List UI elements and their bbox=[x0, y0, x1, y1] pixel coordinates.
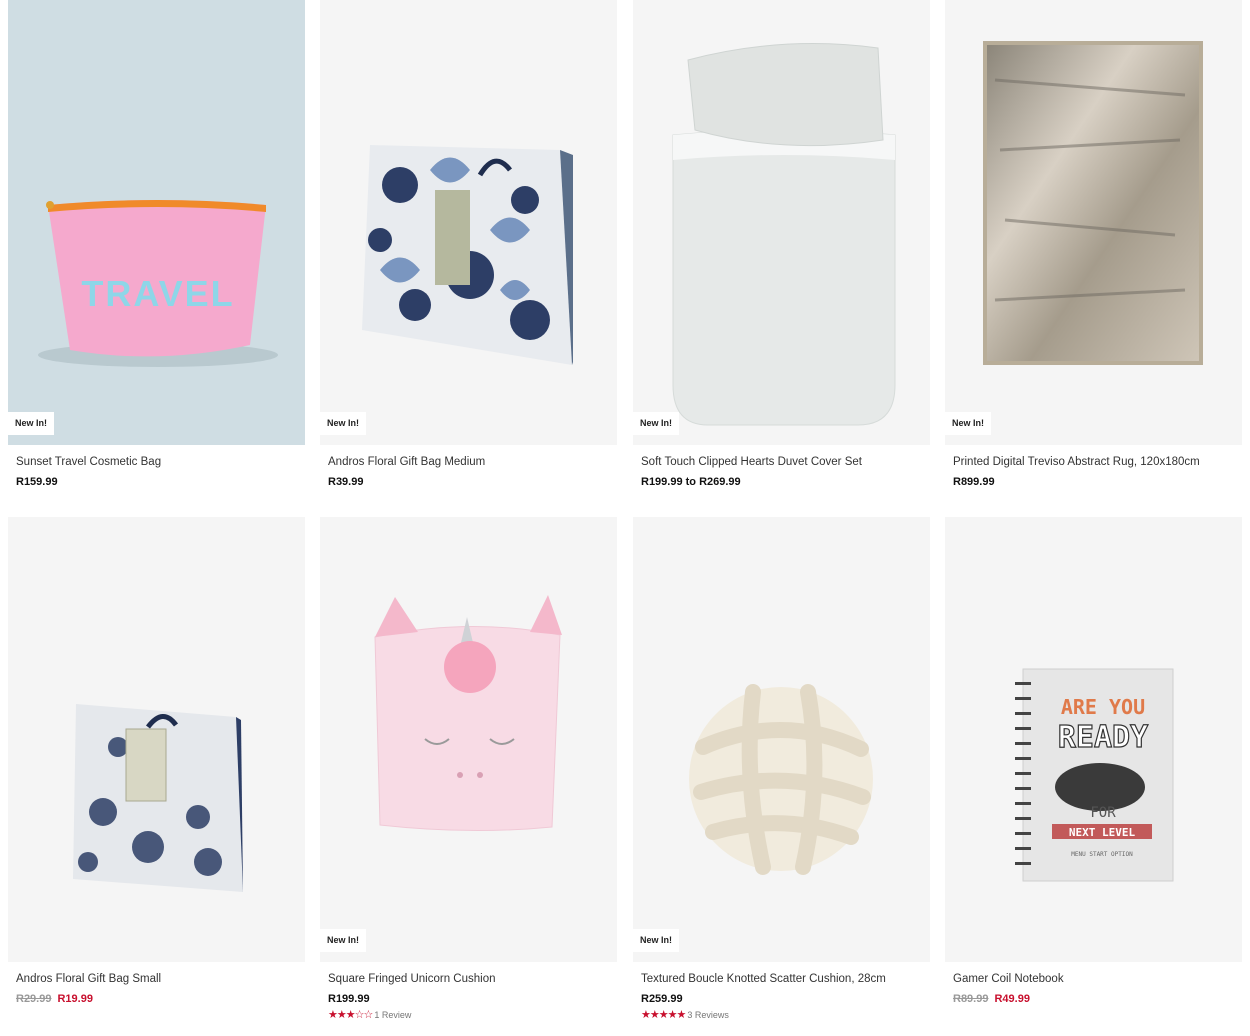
new-in-badge: New In! bbox=[945, 412, 992, 435]
unicorn-cushion-image bbox=[320, 517, 617, 962]
product-rating[interactable]: ★★★☆☆ 1 Review bbox=[328, 1008, 617, 1022]
product-price: R39.99 bbox=[328, 476, 364, 488]
product-price: R199.99 to R269.99 bbox=[641, 476, 741, 488]
product-card[interactable]: ARE YOU READY FOR NEXT LEVEL MENU START … bbox=[945, 517, 1242, 1006]
notebook-text-line-5: MENU START OPTION bbox=[1071, 851, 1133, 858]
product-image[interactable]: New In! bbox=[633, 517, 930, 962]
product-price: R899.99 bbox=[953, 476, 995, 488]
product-price: R159.99 bbox=[16, 476, 58, 488]
product-name[interactable]: Textured Boucle Knotted Scatter Cushion,… bbox=[641, 972, 930, 986]
product-price: R259.99 bbox=[641, 993, 683, 1005]
sale-price: R19.99 bbox=[57, 993, 93, 1005]
product-card[interactable]: Andros Floral Gift Bag Small R29.99 R19.9… bbox=[8, 517, 305, 1006]
new-in-badge: New In! bbox=[633, 929, 680, 952]
new-in-badge: New In! bbox=[320, 929, 367, 952]
product-card[interactable]: New In! Square Fringed Unicorn Cushion R… bbox=[320, 517, 617, 1022]
product-name[interactable]: Soft Touch Clipped Hearts Duvet Cover Se… bbox=[641, 455, 930, 469]
product-card[interactable]: New In! Andros Floral Gift Bag Medium R3… bbox=[320, 0, 617, 489]
product-image[interactable]: TRAVEL New In! bbox=[8, 0, 305, 445]
review-count[interactable]: 3 Reviews bbox=[687, 1010, 729, 1020]
product-card[interactable]: New In! Printed Digital Treviso Abstract… bbox=[945, 0, 1242, 489]
product-card[interactable]: TRAVEL New In! Sunset Travel Cosmetic Ba… bbox=[8, 0, 305, 489]
duvet-cover-image bbox=[633, 0, 930, 445]
new-in-badge: New In! bbox=[8, 412, 55, 435]
product-name[interactable]: Gamer Coil Notebook bbox=[953, 972, 1242, 986]
review-count[interactable]: 1 Review bbox=[374, 1010, 411, 1020]
product-name[interactable]: Andros Floral Gift Bag Small bbox=[16, 972, 305, 986]
star-rating-icon: ★★★☆☆ bbox=[328, 1008, 373, 1021]
gift-bag-medium-image bbox=[320, 0, 617, 445]
new-in-badge: New In! bbox=[320, 412, 367, 435]
abstract-rug-image bbox=[945, 0, 1242, 445]
product-card[interactable]: New In! Textured Boucle Knotted Scatter … bbox=[633, 517, 930, 1022]
gift-bag-small-image bbox=[8, 517, 305, 962]
product-name[interactable]: Andros Floral Gift Bag Medium bbox=[328, 455, 617, 469]
product-image[interactable]: New In! bbox=[320, 517, 617, 962]
notebook-text-line-2: READY bbox=[1058, 720, 1148, 755]
star-rating-icon: ★★★★★ bbox=[641, 1008, 686, 1021]
product-rating[interactable]: ★★★★★ 3 Reviews bbox=[641, 1008, 930, 1022]
notebook-text-line-4: NEXT LEVEL bbox=[1069, 826, 1136, 839]
sale-price: R49.99 bbox=[994, 993, 1030, 1005]
product-image[interactable] bbox=[8, 517, 305, 962]
was-price: R29.99 bbox=[16, 993, 52, 1005]
product-price: R89.99 R49.99 bbox=[953, 992, 1242, 1006]
product-price: R199.99 bbox=[328, 993, 370, 1005]
notebook-text-line-3: FOR bbox=[1090, 805, 1116, 821]
travel-print: TRAVEL bbox=[81, 273, 234, 314]
product-name[interactable]: Printed Digital Treviso Abstract Rug, 12… bbox=[953, 455, 1242, 469]
product-card[interactable]: New In! Soft Touch Clipped Hearts Duvet … bbox=[633, 0, 930, 489]
product-price: R29.99 R19.99 bbox=[16, 992, 305, 1006]
product-grid: TRAVEL New In! Sunset Travel Cosmetic Ba… bbox=[0, 0, 1250, 1036]
product-image[interactable]: ARE YOU READY FOR NEXT LEVEL MENU START … bbox=[945, 517, 1242, 962]
product-image[interactable]: New In! bbox=[633, 0, 930, 445]
was-price: R89.99 bbox=[953, 993, 989, 1005]
product-name[interactable]: Square Fringed Unicorn Cushion bbox=[328, 972, 617, 986]
product-image[interactable]: New In! bbox=[945, 0, 1242, 445]
knotted-cushion-image bbox=[633, 517, 930, 962]
product-name[interactable]: Sunset Travel Cosmetic Bag bbox=[16, 455, 305, 469]
cosmetic-bag-image: TRAVEL bbox=[8, 0, 305, 445]
notebook-image: ARE YOU READY FOR NEXT LEVEL MENU START … bbox=[945, 517, 1242, 962]
product-image[interactable]: New In! bbox=[320, 0, 617, 445]
notebook-text-line-1: ARE YOU bbox=[1061, 695, 1145, 719]
new-in-badge: New In! bbox=[633, 412, 680, 435]
